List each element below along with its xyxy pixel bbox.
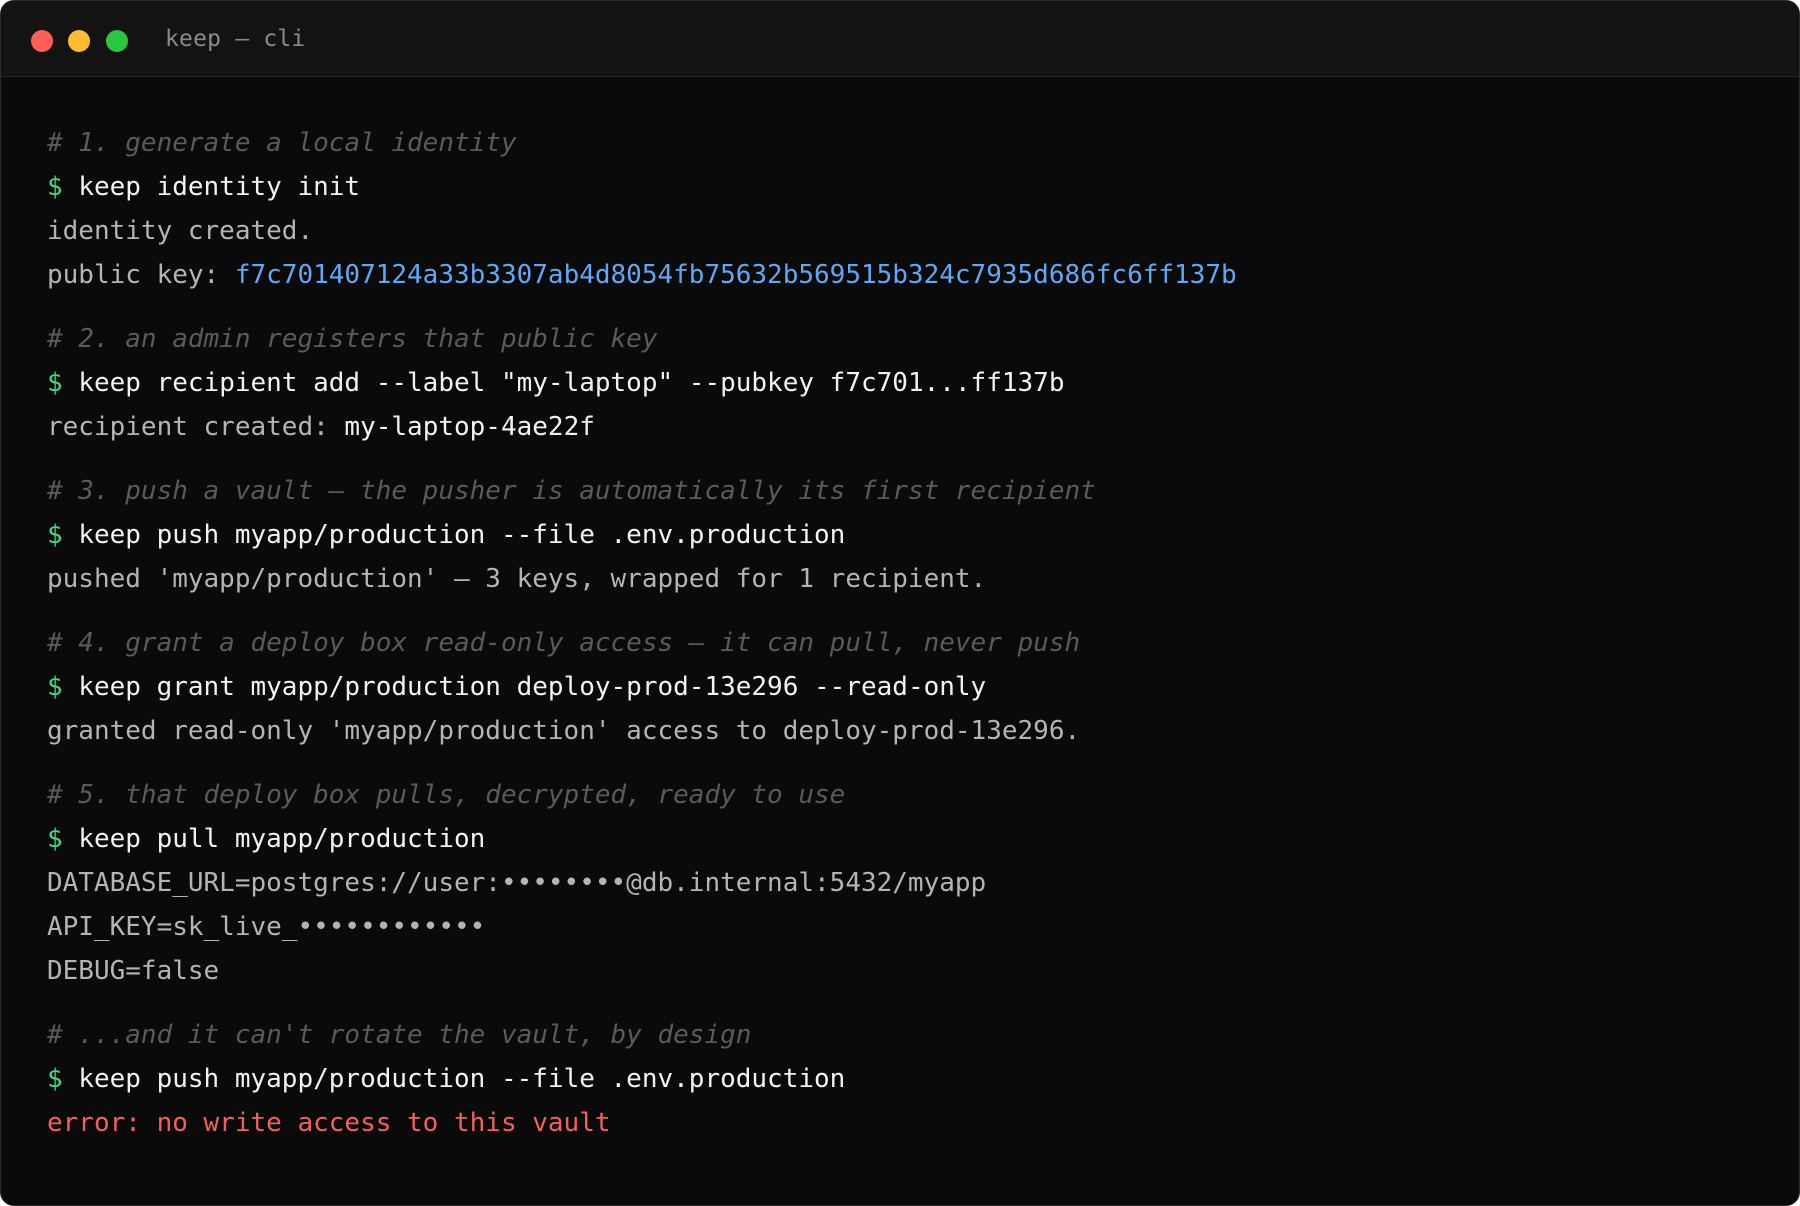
- terminal-output[interactable]: # 1. generate a local identity $ keep id…: [47, 121, 1779, 1145]
- comment-line: # 1. generate a local identity: [47, 128, 517, 158]
- error-line: error: no write access to this vault: [47, 1108, 611, 1138]
- command-text: keep grant myapp/production deploy-prod-…: [78, 672, 987, 702]
- command-line: $ keep grant myapp/production deploy-pro…: [47, 665, 1779, 709]
- env-line: API_KEY=sk_live_••••••••••••: [47, 912, 486, 942]
- command-text: keep push myapp/production --file .env.p…: [78, 520, 846, 550]
- prompt-symbol: $: [47, 672, 63, 702]
- comment-line: # 4. grant a deploy box read-only access…: [47, 628, 1081, 658]
- prompt-symbol: $: [47, 172, 63, 202]
- command-text: keep recipient add --label "my-laptop" -…: [78, 368, 1065, 398]
- command-line: $ keep push myapp/production --file .env…: [47, 1057, 1779, 1101]
- output-line: recipient created: my-laptop-4ae22f: [47, 405, 1779, 449]
- minimize-button[interactable]: [68, 30, 90, 52]
- output-line: pushed 'myapp/production' — 3 keys, wrap…: [47, 564, 987, 594]
- command-line: $ keep identity init: [47, 165, 1779, 209]
- command-text: keep identity init: [78, 172, 361, 202]
- command-line: $ keep recipient add --label "my-laptop"…: [47, 361, 1779, 405]
- command-line: $ keep pull myapp/production: [47, 817, 1779, 861]
- prompt-symbol: $: [47, 368, 63, 398]
- prompt-symbol: $: [47, 520, 63, 550]
- prompt-symbol: $: [47, 824, 63, 854]
- terminal-window: keep — cli # 1. generate a local identit…: [0, 0, 1800, 1206]
- command-line: $ keep push myapp/production --file .env…: [47, 513, 1779, 557]
- window-title: keep — cli: [165, 26, 306, 52]
- recipient-id: my-laptop-4ae22f: [344, 412, 595, 442]
- output-line: granted read-only 'myapp/production' acc…: [47, 716, 1081, 746]
- output-line: identity created.: [47, 216, 314, 246]
- close-button[interactable]: [31, 30, 53, 52]
- output-label: public key:: [47, 260, 235, 290]
- command-text: keep pull myapp/production: [78, 824, 486, 854]
- output-line: public key: f7c701407124a33b3307ab4d8054…: [47, 253, 1779, 297]
- env-line: DEBUG=false: [47, 956, 220, 986]
- title-bar: keep — cli: [1, 1, 1799, 77]
- comment-line: # ...and it can't rotate the vault, by d…: [47, 1020, 752, 1050]
- comment-line: # 3. push a vault — the pusher is automa…: [47, 476, 1096, 506]
- output-label: recipient created:: [47, 412, 345, 442]
- command-text: keep push myapp/production --file .env.p…: [78, 1064, 846, 1094]
- prompt-symbol: $: [47, 1064, 63, 1094]
- env-line: DATABASE_URL=postgres://user:••••••••@db…: [47, 868, 987, 898]
- zoom-button[interactable]: [106, 30, 128, 52]
- comment-line: # 2. an admin registers that public key: [47, 324, 658, 354]
- comment-line: # 5. that deploy box pulls, decrypted, r…: [47, 780, 846, 810]
- public-key-value: f7c701407124a33b3307ab4d8054fb75632b5695…: [234, 260, 1237, 290]
